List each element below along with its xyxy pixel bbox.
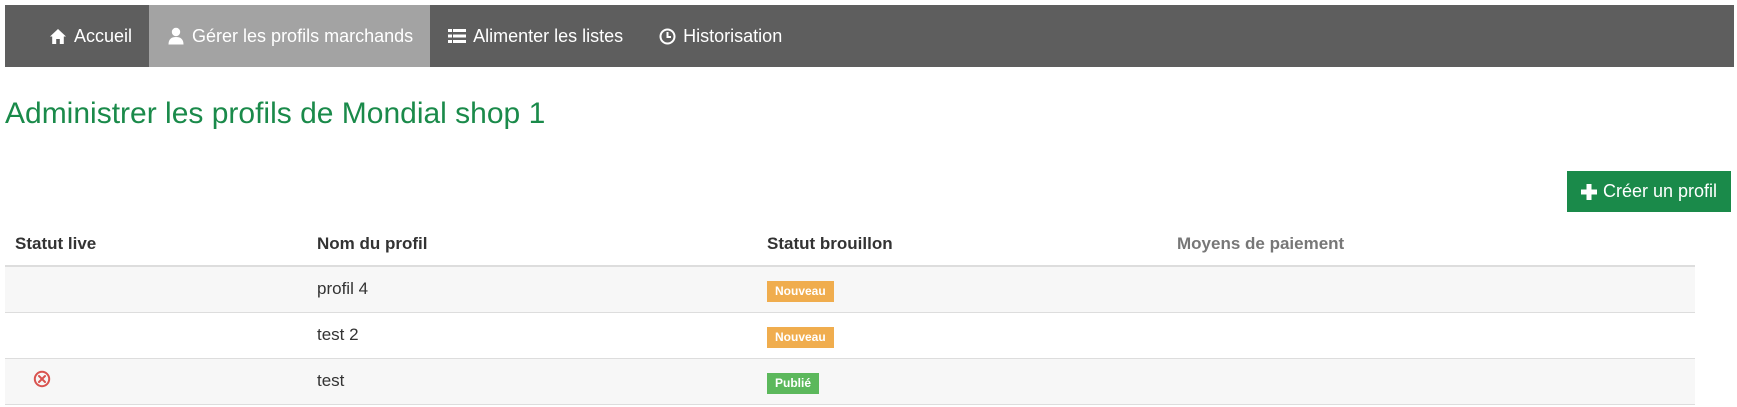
cell-live-status xyxy=(5,266,307,313)
home-icon xyxy=(48,26,68,46)
nav-item-label: Accueil xyxy=(74,25,133,46)
cell-draft-status: Nouveau xyxy=(757,312,1167,359)
table-row[interactable]: test Publié xyxy=(5,358,1695,405)
nav-item-accueil[interactable]: Accueil xyxy=(31,5,149,67)
cell-draft-status: Nouveau xyxy=(757,266,1167,313)
create-profile-label: Créer un profil xyxy=(1602,181,1718,201)
nav-item-alimenter-listes[interactable]: Alimenter les listes xyxy=(430,5,640,67)
cell-profile-name[interactable]: profil 4 xyxy=(307,266,757,313)
nav-item-label: Alimenter les listes xyxy=(473,25,624,46)
column-header-moyens-paiement: Moyens de paiement xyxy=(1167,222,1695,267)
status-badge: Nouveau xyxy=(767,326,834,348)
table-row[interactable]: profil 4 Nouveau xyxy=(5,266,1695,313)
cell-live-status xyxy=(5,358,307,405)
nav-item-label: Gérer les profils marchands xyxy=(192,25,414,46)
cell-payment-methods xyxy=(1167,266,1695,313)
cell-profile-name[interactable]: test 2 xyxy=(307,312,757,359)
cell-payment-methods xyxy=(1167,358,1695,405)
column-header-nom-profil[interactable]: Nom du profil xyxy=(307,222,757,267)
table-row[interactable]: test 2 Nouveau xyxy=(5,312,1695,359)
status-badge: Nouveau xyxy=(767,280,834,302)
column-header-statut-brouillon[interactable]: Statut brouillon xyxy=(757,222,1167,267)
cell-live-status xyxy=(5,312,307,359)
clock-icon xyxy=(657,26,677,46)
top-navbar: Accueil Gérer les profils marchands Alim… xyxy=(5,5,1734,67)
profiles-table: Statut live Nom du profil Statut brouill… xyxy=(5,222,1695,405)
status-badge: Publié xyxy=(767,372,820,394)
nav-item-label: Historisation xyxy=(683,25,783,46)
nav-item-gerer-profils[interactable]: Gérer les profils marchands xyxy=(149,5,431,67)
page: Accueil Gérer les profils marchands Alim… xyxy=(0,0,1737,407)
cell-payment-methods xyxy=(1167,312,1695,359)
circle-x-icon xyxy=(33,370,51,388)
nav-item-historisation[interactable]: Historisation xyxy=(640,5,799,67)
cell-profile-name[interactable]: test xyxy=(307,358,757,405)
cell-draft-status: Publié xyxy=(757,358,1167,405)
user-icon xyxy=(166,26,186,46)
table-header-row: Statut live Nom du profil Statut brouill… xyxy=(5,222,1695,267)
plus-icon xyxy=(1580,183,1597,200)
list-icon xyxy=(447,26,467,46)
column-header-statut-live[interactable]: Statut live xyxy=(5,222,307,267)
page-title: Administrer les profils de Mondial shop … xyxy=(5,97,546,130)
create-profile-button[interactable]: Créer un profil xyxy=(1567,171,1731,212)
